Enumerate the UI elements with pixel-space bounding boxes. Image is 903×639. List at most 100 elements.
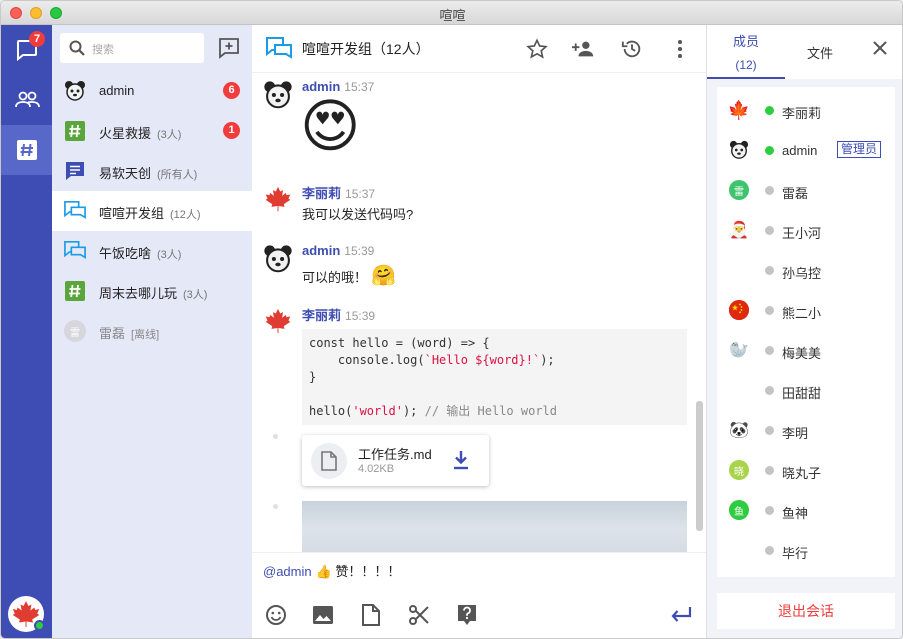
message-sender[interactable]: admin xyxy=(302,79,340,94)
conv-item-huoxing[interactable]: 火星救援 (3人) 1 xyxy=(52,111,252,151)
conv-member-count: (12人) xyxy=(170,209,201,221)
member-item[interactable]: 熊二小 xyxy=(717,290,895,330)
image-icon xyxy=(313,606,333,624)
chat-header: 喧喧开发组（12人） xyxy=(252,25,706,73)
member-name: 晓丸子 xyxy=(782,466,822,481)
close-panel-button[interactable] xyxy=(869,37,891,59)
history-icon xyxy=(621,40,641,58)
message-sender[interactable]: admin xyxy=(302,243,340,258)
emoji-button[interactable] xyxy=(264,603,288,627)
member-name: 熊二小 xyxy=(782,306,822,321)
offline-status xyxy=(765,426,774,435)
conversation-list: 搜索 admin 6 火星救援 (3人) 1 易软天创 (所有人) 喧喧开发组 … xyxy=(52,25,252,638)
history-button[interactable] xyxy=(620,37,644,61)
conv-item-admin[interactable]: admin 6 xyxy=(52,71,252,111)
rail-chats-badge: 7 xyxy=(29,31,45,47)
offline-status xyxy=(765,266,774,275)
conv-name: 周末去哪儿玩 xyxy=(99,286,178,301)
bear-avatar-icon xyxy=(264,81,292,109)
member-item[interactable]: 🍁 李丽莉 xyxy=(717,90,895,130)
member-item[interactable]: 晓 晓丸子 xyxy=(717,450,895,490)
more-button[interactable] xyxy=(668,37,692,61)
notice-icon xyxy=(64,160,86,182)
add-member-button[interactable] xyxy=(572,37,596,61)
tab-files[interactable]: 文件 xyxy=(781,25,859,79)
member-item[interactable]: 🎅 王小河 xyxy=(717,210,895,250)
admin-tag: 管理员 xyxy=(837,141,882,158)
conv-item-weekend[interactable]: 周末去哪儿玩 (3人) xyxy=(52,271,252,311)
offline-status xyxy=(765,386,774,395)
avatar: 🦭 xyxy=(729,342,749,359)
rail-groups-button[interactable] xyxy=(1,125,52,175)
avatar[interactable] xyxy=(262,305,294,337)
rail-contacts-button[interactable] xyxy=(1,75,52,125)
tab-members[interactable]: 成员 (12) xyxy=(707,25,785,79)
titlebar: 喧喧 xyxy=(1,1,902,25)
member-name: 李丽莉 xyxy=(782,106,822,121)
message-composer[interactable]: @admin 👍 赞！！！！ xyxy=(252,552,706,638)
message-input[interactable]: @admin 👍 赞！！！！ xyxy=(263,561,400,580)
conv-member-count: (3人) xyxy=(183,289,208,301)
search-placeholder: 搜索 xyxy=(92,44,114,56)
file-attachment[interactable]: 工作任务.md 4.02KB xyxy=(302,435,489,486)
code-line: ); xyxy=(540,353,555,367)
message-sender[interactable]: 李丽莉 xyxy=(302,186,341,201)
code-string: 'world' xyxy=(352,404,403,418)
conv-name: 雷磊 xyxy=(99,326,126,341)
leave-conversation-button[interactable]: 退出会话 xyxy=(717,593,895,629)
conv-name: admin xyxy=(99,83,135,98)
download-button[interactable] xyxy=(450,449,472,471)
message-sender[interactable]: 李丽莉 xyxy=(302,308,341,323)
member-item[interactable]: 鱼 鱼神 xyxy=(717,490,895,530)
code-block: const hello = (word) => { console.log(`H… xyxy=(302,329,687,425)
avatar[interactable] xyxy=(262,183,294,215)
app-window: 喧喧 7 搜索 admin 6 火星救援 (3人) 1 易软天创 (所有人) 喧… xyxy=(0,0,903,639)
message-scrollbar[interactable] xyxy=(696,401,703,531)
offline-status xyxy=(765,186,774,195)
member-item[interactable]: 🦭 梅美美 xyxy=(717,330,895,370)
conv-item-lunch[interactable]: 午饭吃啥 (3人) xyxy=(52,231,252,271)
member-item[interactable]: 🐼 李明 xyxy=(717,410,895,450)
file-button[interactable] xyxy=(359,603,383,627)
conv-item-xuanxuan-dev[interactable]: 喧喧开发组 (12人) xyxy=(52,191,252,231)
bear-avatar-icon xyxy=(64,80,86,102)
conv-member-count: (3人) xyxy=(157,129,182,141)
member-name: 雷磊 xyxy=(782,186,809,201)
more-vertical-icon xyxy=(678,40,682,58)
chat-title: 喧喧开发组（12人） xyxy=(302,41,430,57)
search-box[interactable]: 搜索 xyxy=(60,33,204,63)
screenshot-button[interactable] xyxy=(407,603,431,627)
chat-view: 喧喧开发组（12人） admin 15:37 😍 李丽莉 15:37 我可以发送… xyxy=(252,25,706,638)
avatar: 🐵 xyxy=(729,262,749,279)
member-item[interactable]: 😳 毕行 xyxy=(717,530,895,570)
member-item[interactable]: 雷 雷磊 xyxy=(717,170,895,210)
avatar: 🎅 xyxy=(729,222,749,239)
group-chat-icon xyxy=(266,37,292,59)
avatar[interactable] xyxy=(262,243,294,275)
conv-name: 午饭吃啥 xyxy=(99,246,152,261)
send-button[interactable] xyxy=(669,603,693,627)
member-item[interactable]: 🐵 孙乌控 xyxy=(717,250,895,290)
offline-status xyxy=(765,506,774,515)
image-button[interactable] xyxy=(311,603,335,627)
help-button[interactable] xyxy=(455,603,479,627)
member-item[interactable]: admin 管理员 xyxy=(717,130,895,170)
conv-item-yiruan[interactable]: 易软天创 (所有人) xyxy=(52,151,252,191)
code-line: } xyxy=(309,370,317,384)
offline-status xyxy=(765,226,774,235)
help-icon xyxy=(458,605,476,625)
message-marker xyxy=(273,434,278,439)
message-text: 可以的哦！ xyxy=(302,270,368,285)
member-name: 孙乌控 xyxy=(782,266,822,281)
member-item[interactable]: 🙀 田甜甜 xyxy=(717,370,895,410)
maple-leaf-icon xyxy=(265,186,291,212)
avatar[interactable] xyxy=(262,79,294,111)
new-conversation-button[interactable] xyxy=(214,33,244,63)
conv-item-leilei[interactable]: 雷 雷磊 [离线] xyxy=(52,311,252,351)
rail-chats-button[interactable]: 7 xyxy=(1,25,52,75)
message-list[interactable]: admin 15:37 😍 李丽莉 15:37 我可以发送代码吗? admin 15:… xyxy=(252,73,706,564)
enter-icon xyxy=(671,607,692,622)
letter-avatar: 鱼 xyxy=(729,500,749,520)
star-button[interactable] xyxy=(525,37,549,61)
member-list: 🍁 李丽莉 admin 管理员 雷 雷磊 🎅 王小河 🐵 孙乌控 熊二小 🦭 梅… xyxy=(717,87,895,577)
